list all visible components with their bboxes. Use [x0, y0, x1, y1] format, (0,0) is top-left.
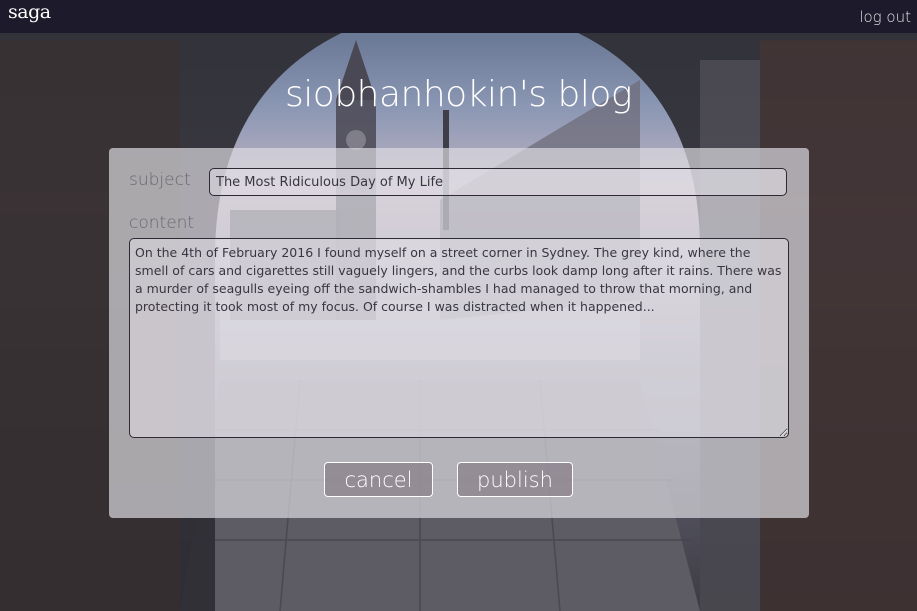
- cancel-button[interactable]: cancel: [324, 462, 433, 497]
- content-textarea[interactable]: On the 4th of February 2016 I found myse…: [129, 238, 789, 438]
- post-editor-panel: subject content On the 4th of February 2…: [109, 148, 809, 518]
- publish-button[interactable]: publish: [457, 462, 573, 497]
- saga-logo[interactable]: saga: [8, 1, 51, 23]
- subject-label: subject: [129, 170, 191, 190]
- blog-title: siobhanhokin's blog: [285, 74, 632, 115]
- logout-link[interactable]: log out: [859, 8, 911, 26]
- subject-input[interactable]: [209, 168, 787, 196]
- content-label: content: [129, 213, 195, 233]
- top-navigation-bar: saga log out: [0, 0, 917, 33]
